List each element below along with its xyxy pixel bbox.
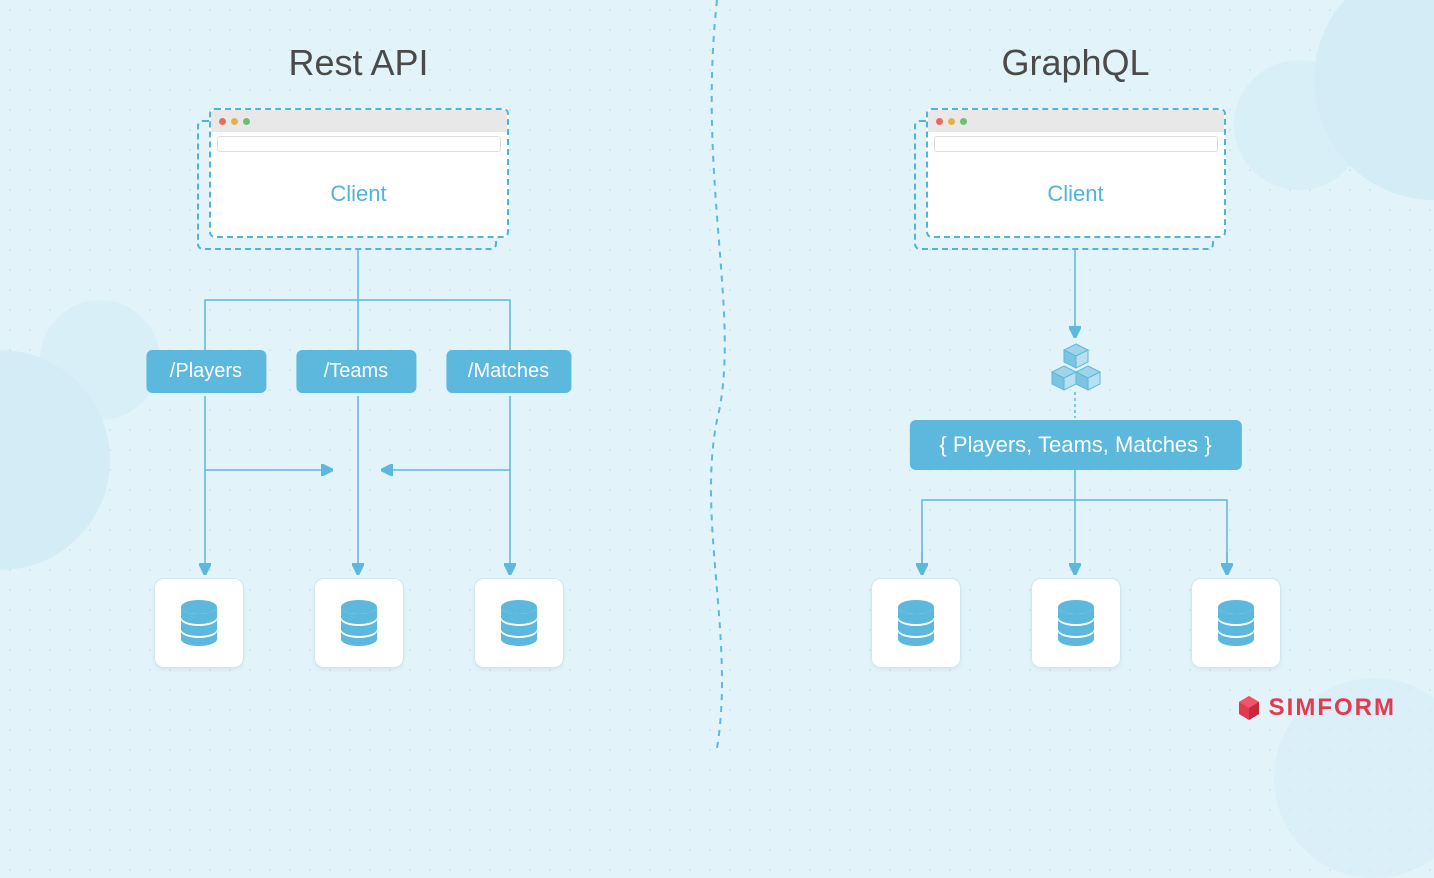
simform-logo: SIMFORM xyxy=(1235,694,1396,722)
endpoint-matches: /Matches xyxy=(446,350,571,393)
rest-client-box: Client xyxy=(209,108,509,248)
rest-endpoint-row: /Players /Teams /Matches xyxy=(146,350,571,393)
simform-logo-icon xyxy=(1235,694,1263,722)
database-icon xyxy=(474,578,564,668)
browser-chrome-icon xyxy=(928,110,1224,132)
graphql-client-label: Client xyxy=(928,152,1224,236)
database-icon xyxy=(154,578,244,668)
rest-db-row xyxy=(154,578,564,668)
graphql-query-box: { Players, Teams, Matches } xyxy=(909,420,1241,470)
rest-client-label: Client xyxy=(211,152,507,236)
rest-title: Rest API xyxy=(288,42,428,84)
endpoint-teams: /Teams xyxy=(296,350,416,393)
database-icon xyxy=(1191,578,1281,668)
database-icon xyxy=(1031,578,1121,668)
graphql-title: GraphQL xyxy=(1001,42,1149,84)
browser-url-bar xyxy=(217,136,501,152)
graphql-schema-cube-icon xyxy=(1048,340,1104,401)
endpoint-players: /Players xyxy=(146,350,266,393)
browser-url-bar xyxy=(934,136,1218,152)
graphql-client-box: Client xyxy=(926,108,1226,248)
database-icon xyxy=(871,578,961,668)
graphql-db-row xyxy=(871,578,1281,668)
database-icon xyxy=(314,578,404,668)
graphql-panel: GraphQL Client xyxy=(717,0,1434,748)
browser-chrome-icon xyxy=(211,110,507,132)
rest-panel: Rest API Client /Players /Teams xyxy=(0,0,717,748)
simform-logo-text: SIMFORM xyxy=(1269,694,1396,722)
